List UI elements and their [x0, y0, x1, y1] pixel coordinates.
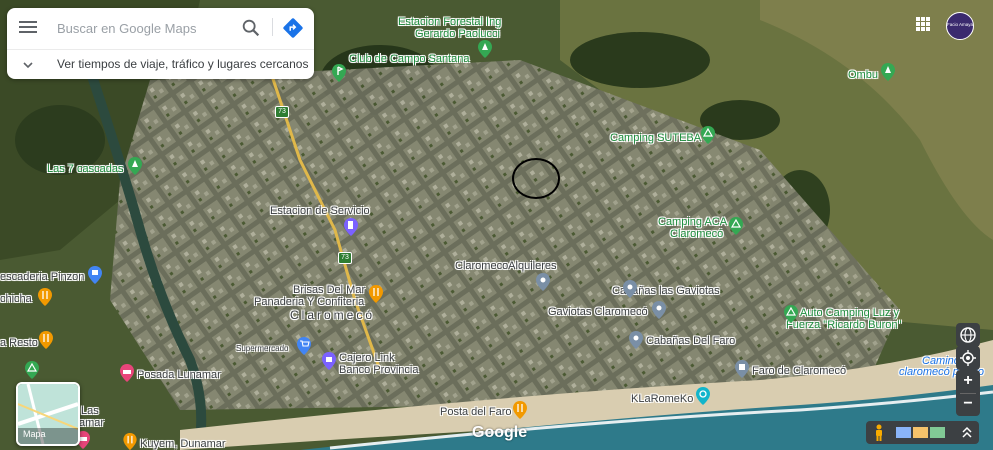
restaurant-pin-icon[interactable] — [513, 401, 527, 419]
zoom-in-button[interactable]: + — [956, 370, 980, 393]
label-estacion-forestal[interactable]: Estacion Forestal Ing — [398, 16, 501, 28]
restaurant-pin-icon[interactable] — [39, 331, 53, 349]
place-pin-icon[interactable] — [629, 331, 643, 349]
apps-grid-icon[interactable] — [914, 15, 932, 33]
label-siete-cascadas[interactable]: Las 7 cascadas — [47, 163, 123, 175]
search-row — [7, 8, 314, 46]
expand-icon[interactable] — [960, 425, 974, 440]
label-supermercado[interactable]: Supermercado — [236, 343, 288, 355]
label-las-2[interactable]: amar — [79, 417, 104, 429]
label-resto[interactable]: a Resto — [0, 337, 38, 349]
label-cajero[interactable]: Cajero Link — [339, 352, 395, 364]
globe-view-button[interactable] — [956, 323, 980, 347]
google-logo: Google — [472, 424, 528, 441]
label-faro[interactable]: Faro de Claromecó — [752, 365, 846, 377]
layer-thumb-2[interactable] — [913, 427, 928, 438]
grocery-pin-icon[interactable] — [297, 337, 311, 355]
nearby-hint-text: Ver tiempos de viaje, tráfico y lugares … — [57, 57, 309, 71]
label-claromeco-alquileres[interactable]: ClaromecoAlquileres — [455, 260, 557, 272]
label-town-claromeco[interactable]: Claromecó — [290, 309, 375, 321]
avatar-text: Facio Amaya — [947, 22, 974, 27]
layer-thumb-3[interactable] — [930, 427, 945, 438]
label-estacion-forestal-2[interactable]: Gerardo Paolucci — [415, 28, 500, 40]
zoom-controls: + − — [956, 370, 980, 416]
label-posada[interactable]: Posada Lunamar — [137, 369, 221, 381]
place-pin-icon[interactable] — [536, 273, 550, 291]
chevron-down-icon — [23, 62, 33, 69]
my-location-button[interactable] — [956, 346, 980, 370]
restaurant-pin-icon[interactable] — [38, 288, 52, 306]
nearby-hint-row[interactable]: Ver tiempos de viaje, tráfico y lugares … — [7, 52, 314, 78]
hotel-pin-icon[interactable] — [120, 364, 134, 382]
place-pin-icon[interactable] — [623, 280, 637, 298]
label-pescaderia[interactable]: escaderia Pinzon — [0, 271, 84, 283]
label-cabanas-faro[interactable]: Cabañas Del Faro — [646, 335, 735, 347]
park-pin-icon[interactable] — [128, 157, 142, 175]
label-gaviotas-claromeco[interactable]: Gaviotas Claromecó — [548, 306, 648, 318]
label-camping-aca[interactable]: Camping ACA — [658, 216, 727, 228]
shop-pin-icon[interactable] — [88, 266, 102, 284]
label-camping-suteba[interactable]: Camping SUTEBA — [610, 132, 701, 144]
golf-pin-icon[interactable] — [332, 64, 346, 82]
map-layer-label: Mapa — [23, 429, 46, 439]
label-auto-camping-2[interactable]: Fuerza "Ricardo Buron" — [786, 319, 901, 331]
camping-pin-icon[interactable] — [25, 361, 39, 379]
gas-station-pin-icon[interactable] — [344, 218, 358, 236]
map-layer-toggle[interactable]: Mapa — [16, 382, 80, 446]
layer-thumb-1[interactable] — [896, 427, 911, 438]
directions-icon[interactable] — [282, 17, 304, 39]
landmark-pin-icon[interactable] — [735, 360, 749, 378]
account-avatar[interactable]: Facio Amaya — [946, 12, 974, 40]
label-chicha[interactable]: chicha — [0, 293, 32, 305]
camping-pin-icon[interactable] — [729, 217, 743, 235]
label-kuyem[interactable]: Kuyem, Dunamar — [140, 438, 226, 450]
label-klaromeko[interactable]: KLaRomeKo — [631, 393, 693, 405]
label-auto-camping[interactable]: Auto Camping Luz y — [800, 307, 899, 319]
search-panel: Ver tiempos de viaje, tráfico y lugares … — [7, 8, 314, 79]
drawn-circle-annotation — [512, 158, 560, 199]
restaurant-pin-icon[interactable] — [123, 433, 137, 450]
label-club-campo[interactable]: Club de Campo Santana — [349, 53, 469, 65]
label-cajero-2[interactable]: Banco Provincia — [339, 364, 419, 376]
label-estacion-servicio[interactable]: Estacion de Servicio — [270, 205, 370, 217]
park-pin-icon[interactable] — [478, 40, 492, 58]
attraction-pin-icon[interactable] — [696, 387, 710, 405]
globe-icon — [960, 327, 976, 343]
label-brisas[interactable]: Brisas Del Mar — [293, 284, 365, 296]
camping-pin-icon[interactable] — [701, 126, 715, 144]
park-pin-icon[interactable] — [881, 63, 895, 81]
label-posta[interactable]: Posta del Faro — [440, 406, 512, 418]
bank-pin-icon[interactable] — [322, 352, 336, 370]
label-camping-aca-2[interactable]: Claromecó — [670, 228, 723, 240]
zoom-out-button[interactable]: − — [956, 393, 980, 416]
route-shield: 73 — [275, 106, 289, 118]
my-location-icon — [960, 350, 976, 366]
label-ombu[interactable]: Ombu — [848, 69, 878, 81]
search-input[interactable] — [55, 17, 239, 39]
route-shield: 73 — [338, 252, 352, 264]
bottom-layer-bar — [866, 421, 979, 444]
search-icon[interactable] — [240, 17, 262, 39]
place-pin-icon[interactable] — [652, 301, 666, 319]
restaurant-pin-icon[interactable] — [369, 285, 383, 303]
label-brisas-2[interactable]: Panaderia Y Confiteria — [254, 296, 364, 308]
search-divider — [272, 18, 273, 36]
menu-icon[interactable] — [19, 18, 37, 36]
label-las[interactable]: Las — [81, 405, 99, 417]
search-separator — [7, 49, 314, 50]
pegman-icon[interactable] — [872, 424, 886, 441]
camping-pin-icon[interactable] — [784, 305, 798, 323]
